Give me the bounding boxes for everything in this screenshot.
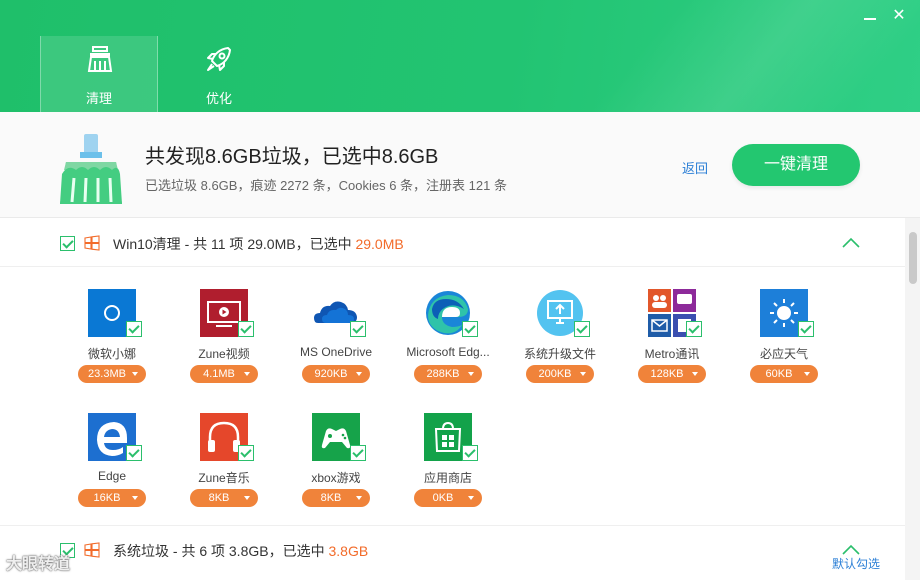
item-metro-people-checkbox[interactable] xyxy=(686,321,702,337)
item-onedrive-name: MS OneDrive xyxy=(299,345,373,359)
item-store-checkbox[interactable] xyxy=(462,445,478,461)
item-zune-music[interactable]: Zune音乐 8KB xyxy=(175,413,275,523)
item-bing-weather[interactable]: 必应天气 60KB xyxy=(735,289,835,399)
item-cortana-name: 微软小娜 xyxy=(87,347,136,361)
item-cortana-checkbox[interactable] xyxy=(126,321,142,337)
item-xbox[interactable]: xbox游戏 8KB xyxy=(287,413,387,523)
item-bing-weather-name: 必应天气 xyxy=(759,347,808,361)
item-cortana-size-dropdown[interactable]: 23.3MB xyxy=(78,365,146,383)
item-edge[interactable]: Edge 16KB xyxy=(63,413,163,523)
item-edge-name: Edge xyxy=(97,469,127,483)
windows-logo-icon xyxy=(84,542,100,558)
item-system-upgrade-size-dropdown[interactable]: 200KB xyxy=(526,365,594,383)
item-zune-video-size-dropdown[interactable]: 4.1MB xyxy=(190,365,258,383)
section-win10-header: Win10清理 - 共 11 项 29.0MB，已选中 29.0MB xyxy=(0,219,905,267)
close-button[interactable]: ✕ xyxy=(889,6,909,26)
item-microsoft-edge-checkbox[interactable] xyxy=(462,321,478,337)
item-zune-video-name: Zune视频 xyxy=(198,347,250,361)
item-metro-people-size-dropdown[interactable]: 128KB xyxy=(638,365,706,383)
back-link[interactable]: 返回 xyxy=(682,158,708,177)
tab-optimize[interactable]: 优化 xyxy=(160,36,278,112)
item-edge-checkbox[interactable] xyxy=(126,445,142,461)
minimize-button[interactable] xyxy=(860,6,880,26)
section-system-junk-title: 系统垃圾 - 共 6 项 3.8GB，已选中 3.8GB xyxy=(113,541,368,561)
tab-clean-label: 清理 xyxy=(85,91,112,106)
section-system-junk-selected: 3.8GB xyxy=(328,543,369,559)
item-store[interactable]: 应用商店 0KB xyxy=(399,413,499,523)
item-system-upgrade[interactable]: 系统升级文件 200KB xyxy=(511,289,611,399)
item-zune-music-size-dropdown[interactable]: 8KB xyxy=(190,489,258,507)
item-onedrive-checkbox[interactable] xyxy=(350,321,366,337)
item-metro-people[interactable]: Metro通讯 128KB xyxy=(623,289,723,399)
item-zune-music-name: Zune音乐 xyxy=(198,471,250,485)
item-microsoft-edge-name: Microsoft Edg... xyxy=(406,345,490,359)
item-edge-size-dropdown[interactable]: 16KB xyxy=(78,489,146,507)
section-win10-title: Win10清理 - 共 11 项 29.0MB，已选中 29.0MB xyxy=(113,234,404,254)
item-microsoft-edge[interactable]: Microsoft Edg... 288KB xyxy=(399,289,499,399)
collapse-chevron-up-icon[interactable] xyxy=(842,237,860,249)
item-system-upgrade-checkbox[interactable] xyxy=(574,321,590,337)
item-store-name: 应用商店 xyxy=(423,471,472,485)
broom-illustration-icon xyxy=(60,134,122,204)
item-xbox-checkbox[interactable] xyxy=(350,445,366,461)
item-system-upgrade-name: 系统升级文件 xyxy=(523,347,596,361)
watermark-text: 大眼转道 xyxy=(6,556,71,573)
section-system-junk-summary: 系统垃圾 - 共 6 项 3.8GB，已选中 xyxy=(113,543,329,559)
section-win10-checkbox[interactable] xyxy=(60,236,75,251)
item-zune-music-checkbox[interactable] xyxy=(238,445,254,461)
item-xbox-size-dropdown[interactable]: 8KB xyxy=(302,489,370,507)
rocket-icon xyxy=(207,47,231,71)
item-bing-weather-size-dropdown[interactable]: 60KB xyxy=(750,365,818,383)
item-store-size-dropdown[interactable]: 0KB xyxy=(414,489,482,507)
scan-summary-panel: 共发现8.6GB垃圾，已选中8.6GB 已选垃圾 8.6GB，痕迹 2272 条… xyxy=(0,112,920,218)
item-onedrive-size-dropdown[interactable]: 920KB xyxy=(302,365,370,383)
item-microsoft-edge-size-dropdown[interactable]: 288KB xyxy=(414,365,482,383)
item-cortana[interactable]: 微软小娜 23.3MB xyxy=(63,289,163,399)
broom-icon xyxy=(87,46,113,72)
item-bing-weather-checkbox[interactable] xyxy=(798,321,814,337)
item-zune-video-checkbox[interactable] xyxy=(238,321,254,337)
tab-clean[interactable]: 清理 xyxy=(40,36,158,112)
summary-details: 已选垃圾 8.6GB，痕迹 2272 条，Cookies 6 条，注册表 121… xyxy=(145,178,507,193)
section-system-junk-header: 系统垃圾 - 共 6 项 3.8GB，已选中 3.8GB xyxy=(0,525,905,573)
item-onedrive[interactable]: MS OneDrive 920KB xyxy=(287,289,387,399)
default-select-link[interactable]: 默认勾选 xyxy=(832,555,880,572)
app-header: ✕ 清理 优化 xyxy=(0,0,920,112)
summary-title: 共发现8.6GB垃圾，已选中8.6GB xyxy=(145,146,439,168)
one-click-clean-button[interactable]: 一键清理 xyxy=(732,144,860,186)
windows-logo-icon xyxy=(84,235,100,251)
section-win10-summary: Win10清理 - 共 11 项 29.0MB，已选中 xyxy=(113,236,356,252)
tab-optimize-label: 优化 xyxy=(205,91,232,106)
item-zune-video[interactable]: Zune视频 4.1MB xyxy=(175,289,275,399)
scrollbar-thumb[interactable] xyxy=(909,232,917,284)
item-xbox-name: xbox游戏 xyxy=(311,471,361,485)
section-win10-selected: 29.0MB xyxy=(355,236,404,252)
item-metro-people-name: Metro通讯 xyxy=(644,347,700,361)
